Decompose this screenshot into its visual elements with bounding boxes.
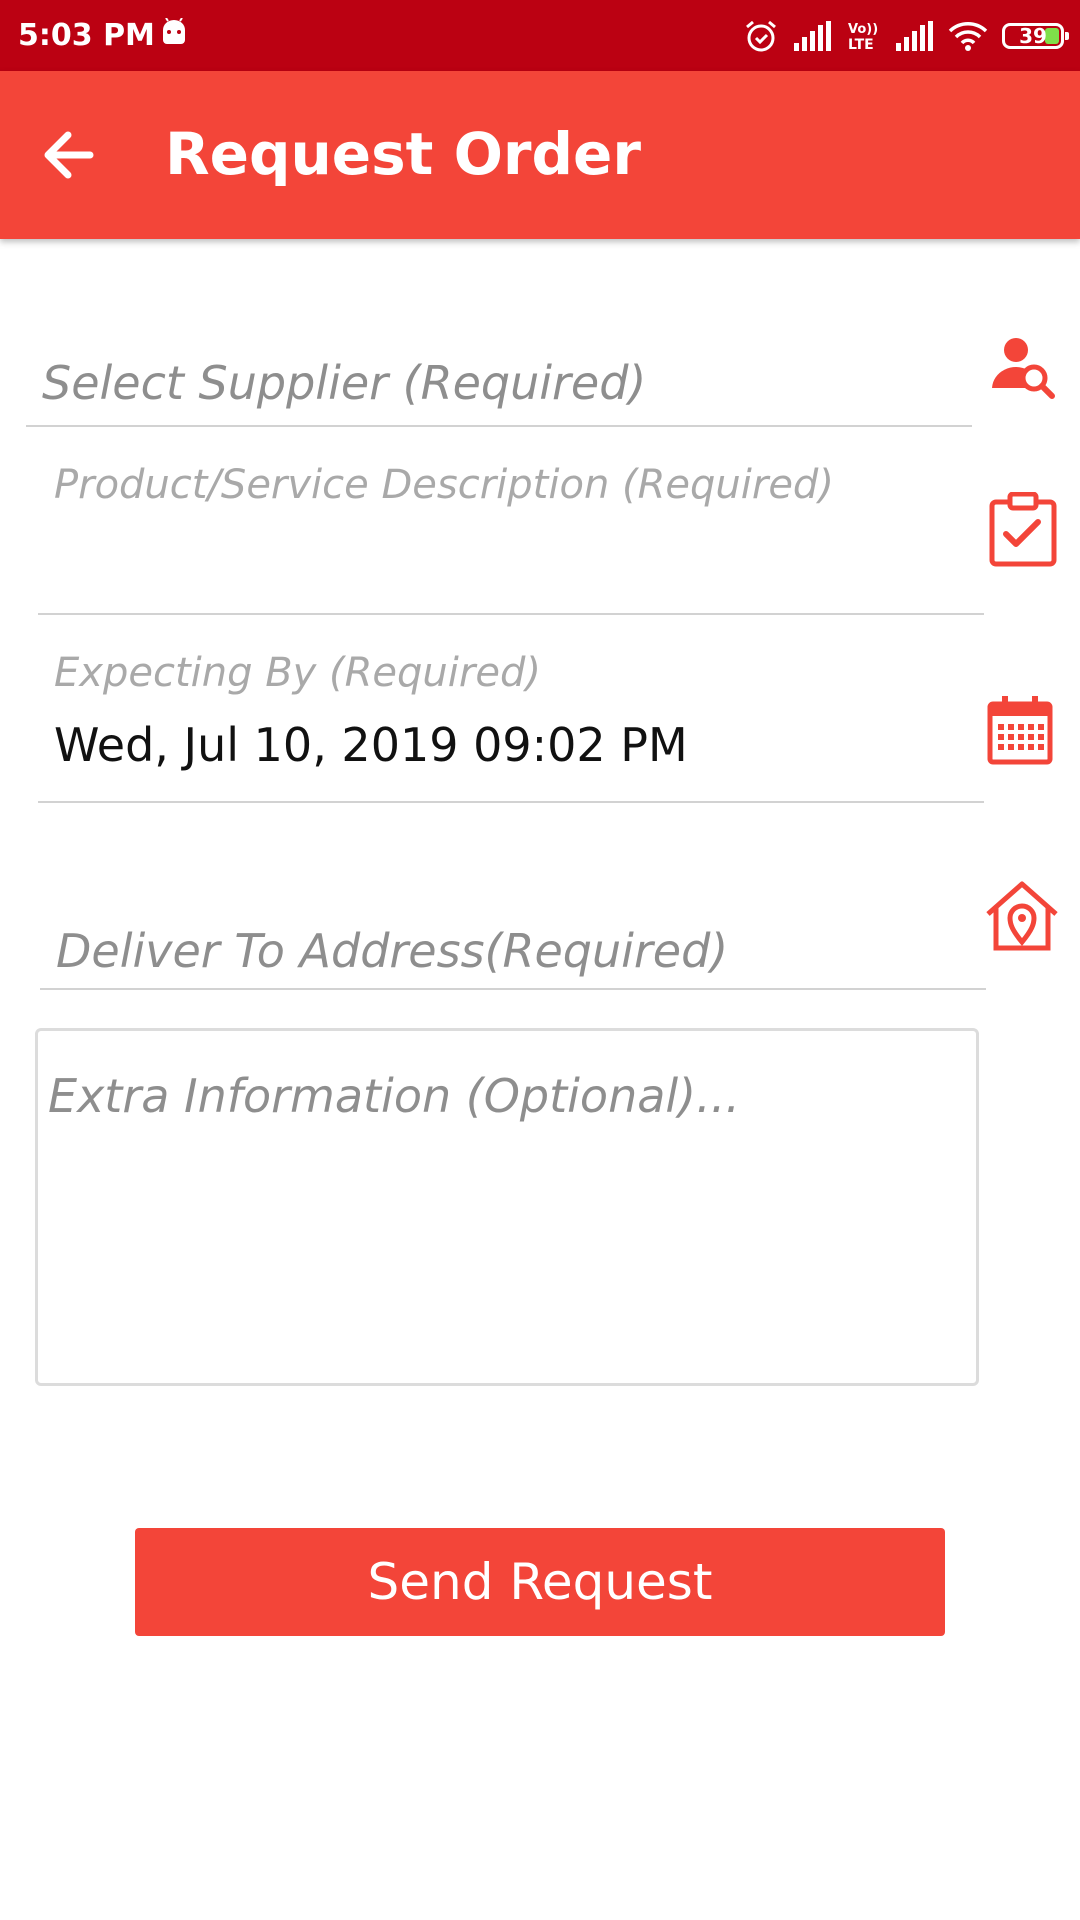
clipboard-check-icon[interactable] [988,491,1058,572]
svg-text:LTE: LTE [848,37,874,52]
home-location-icon[interactable] [984,880,1060,956]
status-time: 5:03 PM [18,18,155,53]
page-title: Request Order [165,120,641,188]
battery-icon: 39 [1002,23,1069,49]
arrow-left-icon [44,131,94,179]
signal-icon [896,21,933,51]
extra-info-placeholder: Extra Information (Optional)... [48,1069,740,1123]
extra-info-textarea[interactable]: Extra Information (Optional)... [35,1028,979,1386]
wifi-icon [948,22,988,51]
battery-level: 39 [1019,24,1047,48]
description-field[interactable]: Product/Service Description (Required) [54,462,834,508]
person-search-icon[interactable] [990,336,1056,404]
send-request-button[interactable]: Send Request [135,1528,945,1636]
expecting-by-underline [38,801,984,803]
app-bar: Request Order [0,71,1080,239]
svg-text:Vo)): Vo)) [848,22,878,37]
address-field[interactable]: Deliver To Address(Required) [56,924,728,978]
volte-icon: Vo)) LTE [848,22,878,52]
status-icons: Vo)) LTE 39 [744,16,1069,56]
supplier-field[interactable]: Select Supplier (Required) [42,356,646,410]
alarm-icon [746,20,776,52]
calendar-icon[interactable] [986,696,1054,770]
description-underline [38,613,984,615]
android-icon [160,17,188,52]
address-underline [40,988,986,990]
expecting-by-value[interactable]: Wed, Jul 10, 2019 09:02 PM [54,718,688,772]
back-button[interactable] [36,121,104,189]
expecting-by-label: Expecting By (Required) [54,650,541,696]
supplier-underline [26,425,972,427]
signal-icon [794,21,831,51]
status-bar: 5:03 PM Vo)) LTE 39 [0,0,1080,71]
